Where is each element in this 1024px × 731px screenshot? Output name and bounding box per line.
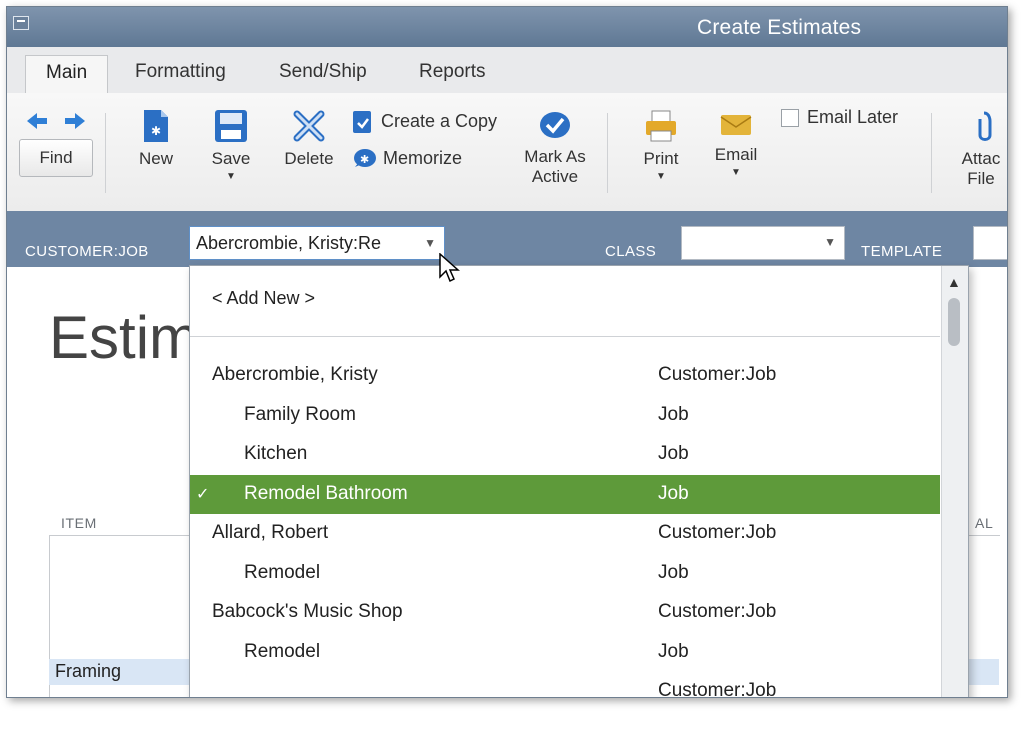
list-item-selected[interactable]: ✓ Remodel Bathroom Job <box>190 474 940 514</box>
chevron-down-icon[interactable]: ▼ <box>824 235 836 249</box>
list-item[interactable]: Allard, Robert Customer:Job <box>190 514 940 554</box>
find-button[interactable]: Find <box>19 139 93 177</box>
window-title: Create Estimates <box>697 16 862 39</box>
new-button[interactable]: ✱ New <box>133 109 179 169</box>
new-document-icon: ✱ <box>144 110 168 142</box>
delete-x-icon <box>293 110 325 142</box>
svg-text:✱: ✱ <box>151 124 161 138</box>
item-cell: Framing <box>55 661 122 681</box>
save-button[interactable]: Save ▼ <box>207 109 255 182</box>
tab-send-ship[interactable]: Send/Ship <box>279 61 367 83</box>
template-label: TEMPLATE <box>861 243 943 260</box>
email-dropdown-arrow-icon[interactable]: ▼ <box>709 167 763 178</box>
print-dropdown-arrow-icon[interactable]: ▼ <box>637 171 685 182</box>
add-new-option[interactable]: < Add New > <box>212 288 315 309</box>
class-label: CLASS <box>605 243 657 260</box>
form-title: Estim <box>49 304 199 371</box>
ribbon-separator <box>607 113 608 193</box>
class-combo[interactable]: ▼ <box>681 226 845 260</box>
email-button[interactable]: Email ▼ <box>709 111 763 178</box>
mark-as-active-button[interactable]: Mark As Active <box>515 109 595 187</box>
amount-column-header: AL <box>975 515 994 531</box>
list-item[interactable]: Kitchen Job <box>190 435 940 475</box>
ribbon-separator <box>105 113 106 193</box>
save-disk-icon <box>215 110 247 142</box>
tab-reports[interactable]: Reports <box>419 61 486 83</box>
tab-main[interactable]: Main <box>25 55 109 93</box>
customer-job-dropdown: < Add New > Abercrombie, Kristy Customer… <box>189 265 969 697</box>
email-later-checkbox[interactable]: Email Later <box>781 107 898 128</box>
save-dropdown-arrow-icon[interactable]: ▼ <box>207 171 255 182</box>
list-item[interactable]: Family Room Job <box>190 396 940 436</box>
create-copy-button[interactable]: Create a Copy <box>351 109 497 135</box>
create-estimates-window: Create Estimates Main Formatting Send/Sh… <box>6 6 1008 698</box>
print-button[interactable]: Print ▼ <box>637 109 685 182</box>
list-item[interactable]: Remodel Job <box>190 554 940 594</box>
customer-job-combo[interactable]: Abercrombie, Kristy:Re ▼ <box>189 226 445 260</box>
list-item[interactable]: Babcock's Music Shop Customer:Job <box>190 593 940 633</box>
svg-text:✱: ✱ <box>360 153 369 166</box>
next-arrow-icon[interactable] <box>63 111 87 136</box>
customer-bar: CUSTOMER:JOB Abercrombie, Kristy:Re ▼ CL… <box>7 211 1007 267</box>
system-menu-icon[interactable] <box>13 16 29 30</box>
attach-file-button[interactable]: Attac File <box>951 109 1007 189</box>
scrollbar-thumb[interactable] <box>948 298 960 346</box>
previous-arrow-icon[interactable] <box>25 111 49 136</box>
dropdown-separator <box>190 336 940 337</box>
memorize-icon: ✱ <box>354 149 376 167</box>
email-later-check-icon[interactable] <box>781 109 799 128</box>
copy-document-icon <box>353 111 371 133</box>
delete-button[interactable]: Delete <box>277 109 341 169</box>
paperclip-icon <box>978 111 992 141</box>
checkmark-icon: ✓ <box>196 485 210 503</box>
item-column-header: ITEM <box>61 515 97 531</box>
customer-job-label: CUSTOMER:JOB <box>25 243 149 260</box>
tab-formatting[interactable]: Formatting <box>135 61 226 83</box>
ribbon-separator <box>931 113 932 193</box>
list-item[interactable]: Abercrombie, Kristy Customer:Job <box>190 356 940 396</box>
list-item[interactable]: Remodel Job <box>190 633 940 673</box>
chevron-down-icon[interactable]: ▼ <box>424 227 436 259</box>
title-bar: Create Estimates <box>7 7 1007 47</box>
ribbon-tabs: Main Formatting Send/Ship Reports <box>7 47 1007 93</box>
memorize-button[interactable]: ✱ Memorize <box>351 147 462 171</box>
envelope-icon <box>720 115 752 135</box>
template-combo[interactable] <box>973 226 1007 260</box>
mouse-pointer-icon <box>439 253 460 283</box>
dropdown-scrollbar[interactable]: ▲ <box>941 266 968 697</box>
list-item[interactable]: Customer:Job <box>190 672 940 697</box>
ribbon-main: Find ✱ New Save ▼ Delete Create a Copy ✱… <box>7 93 1007 212</box>
printer-icon <box>646 110 676 142</box>
scroll-up-icon[interactable]: ▲ <box>947 274 961 290</box>
customer-list: Abercrombie, Kristy Customer:Job Family … <box>190 356 940 697</box>
check-badge-icon <box>540 112 570 138</box>
